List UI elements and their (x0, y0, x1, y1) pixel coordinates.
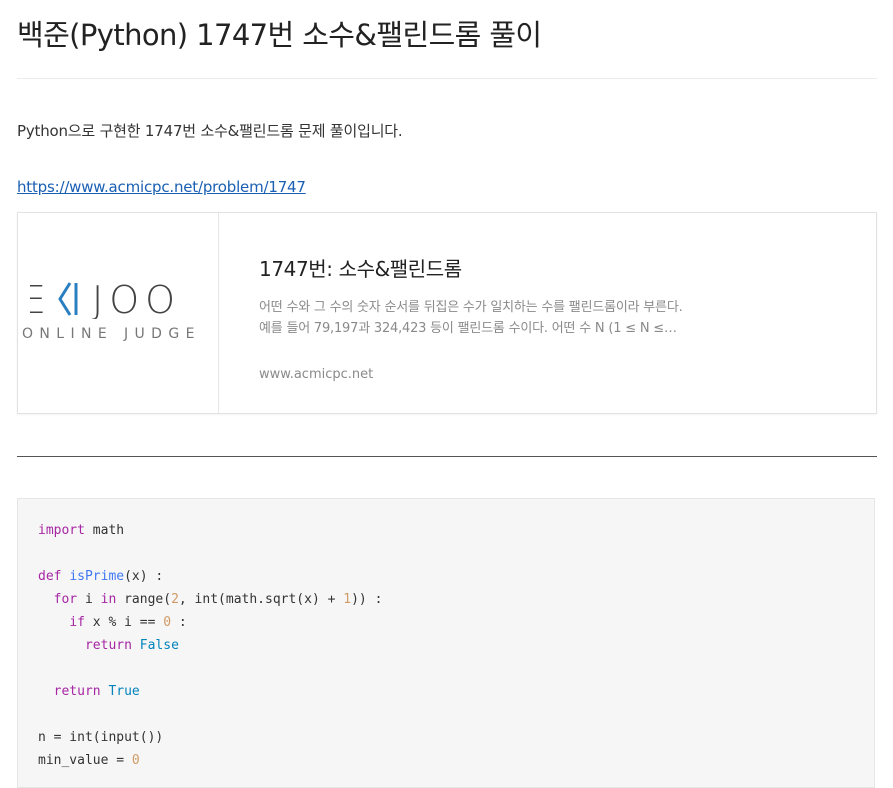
code-line: return True (53, 684, 140, 699)
card-url: www.acmicpc.net (259, 367, 374, 382)
title-divider (17, 78, 877, 79)
card-desc-line-2: 예를 들어 79,197과 324,423 등이 팰린드롬 수이다. 어떤 수 … (259, 321, 677, 336)
post-intro: Python으로 구현한 1747번 소수&팰린드롬 문제 풀이입니다. (17, 122, 403, 140)
code-line: n = int(input()) (38, 730, 164, 745)
link-preview-card[interactable]: E JOO ONLINE JUDGE 1747번: 소수&팰린드롬 어떤 수와 … (17, 212, 877, 414)
logo-text-left: E (30, 279, 52, 319)
logo-subtitle: ONLINE JUDGE (22, 326, 201, 342)
card-desc-line-1: 어떤 수와 그 수의 숫자 순서를 뒤집은 수가 일치하는 수를 팰린드롬이라 … (259, 300, 683, 315)
card-description: 어떤 수와 그 수의 숫자 순서를 뒤집은 수가 일치하는 수를 팰린드롬이라 … (259, 297, 729, 339)
code-line: min_value = 0 (38, 753, 140, 768)
code-block: import math def isPrime(x) : for i in ra… (17, 498, 875, 788)
post-title: 백준(Python) 1747번 소수&팰린드롬 풀이 (17, 18, 542, 52)
card-title[interactable]: 1747번: 소수&팰린드롬 (259, 253, 462, 282)
code-line: import math (38, 523, 125, 538)
code-line: if x % i == 0 : (69, 615, 187, 630)
card-thumbnail: E JOO ONLINE JUDGE (18, 213, 219, 413)
logo-text-right: JOO (92, 279, 181, 319)
code-line: def isPrime(x) : (38, 569, 164, 584)
baekjoon-logo: E JOO (30, 279, 181, 319)
problem-link[interactable]: https://www.acmicpc.net/problem/1747 (17, 178, 306, 196)
code-content: import math def isPrime(x) : for i in ra… (38, 519, 382, 772)
section-divider (17, 456, 877, 457)
logo-accent-mark (58, 282, 72, 316)
code-line: for i in range(2, int(math.sqrt(x) + 1))… (53, 592, 383, 607)
code-line: return False (84, 638, 179, 653)
